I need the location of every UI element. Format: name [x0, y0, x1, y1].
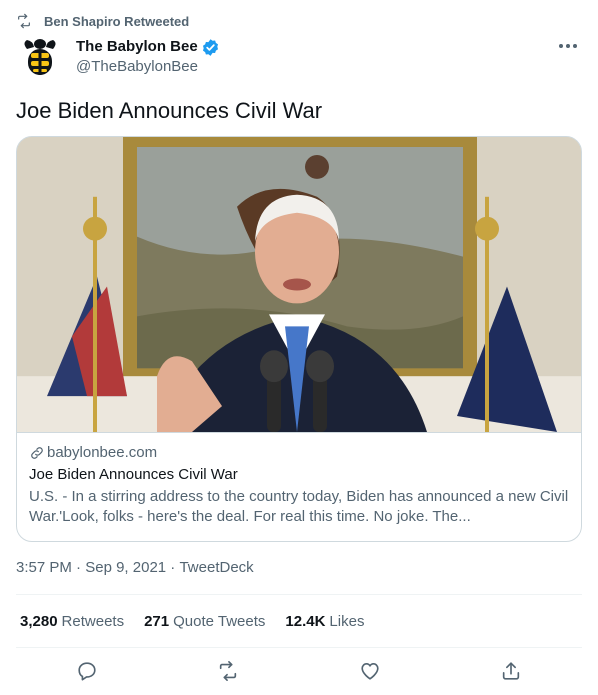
retweets-label: Retweets	[61, 612, 125, 630]
retweet-button[interactable]	[211, 654, 245, 688]
avatar[interactable]	[16, 33, 64, 81]
retweet-context[interactable]: Ben Shapiro Retweeted	[16, 12, 189, 30]
likes-stat[interactable]: 12.4K Likes	[285, 613, 364, 630]
display-name[interactable]: The Babylon Bee	[76, 37, 198, 57]
retweet-context-label[interactable]: Ben Shapiro Retweeted	[44, 14, 189, 29]
quote-tweets-stat[interactable]: 271 Quote Tweets	[144, 613, 265, 630]
more-horizontal-icon	[559, 44, 577, 48]
verified-badge-icon	[202, 38, 218, 56]
link-card[interactable]: babylonbee.com Joe Biden Announces Civil…	[16, 136, 582, 542]
share-button[interactable]	[494, 654, 528, 688]
card-description: U.S. - In a stirring address to the coun…	[29, 488, 569, 525]
heart-icon	[361, 663, 379, 680]
tweet-meta: 3:57 PM · Sep 9, 2021 · TweetDeck	[16, 558, 254, 578]
retweet-icon	[220, 661, 237, 681]
card-domain[interactable]: babylonbee.com	[29, 443, 569, 463]
tweet-date[interactable]: Sep 9, 2021	[85, 558, 166, 578]
author-name[interactable]: The Babylon Bee	[76, 37, 220, 57]
tweet-client: TweetDeck	[179, 559, 254, 576]
share-icon	[503, 662, 520, 680]
divider	[16, 647, 582, 648]
card-title[interactable]: Joe Biden Announces Civil War	[29, 465, 569, 485]
like-button[interactable]	[353, 654, 387, 688]
retweet-icon	[18, 13, 30, 29]
tweet-time[interactable]: 3:57 PM	[16, 558, 72, 578]
engagement-stats: 3,280 Retweets 271 Quote Tweets 12.4K Li…	[20, 610, 384, 632]
meta-separator: ·	[71, 559, 86, 576]
tweet-text: Joe Biden Announces Civil War	[16, 98, 323, 123]
likes-count: 12.4K	[285, 612, 326, 630]
quote-tweets-count: 271	[144, 612, 170, 630]
card-image[interactable]	[17, 137, 582, 433]
reply-icon	[78, 662, 96, 681]
tweet-actions	[16, 654, 582, 688]
divider	[16, 594, 582, 595]
tweet-author: The Babylon Bee @TheBabylonBee	[16, 33, 582, 81]
quote-tweets-label: Quote Tweets	[173, 612, 266, 630]
card-domain-label[interactable]: babylonbee.com	[47, 443, 157, 463]
babylon-bee-logo	[24, 39, 56, 75]
retweets-count: 3,280	[20, 612, 58, 630]
author-handle[interactable]: @TheBabylonBee	[76, 57, 220, 77]
retweets-stat[interactable]: 3,280 Retweets	[20, 613, 124, 630]
link-icon	[31, 447, 43, 459]
more-options-button[interactable]	[554, 36, 582, 56]
meta-separator: ·	[166, 559, 180, 576]
reply-button[interactable]	[70, 654, 104, 688]
likes-label: Likes	[329, 612, 365, 630]
